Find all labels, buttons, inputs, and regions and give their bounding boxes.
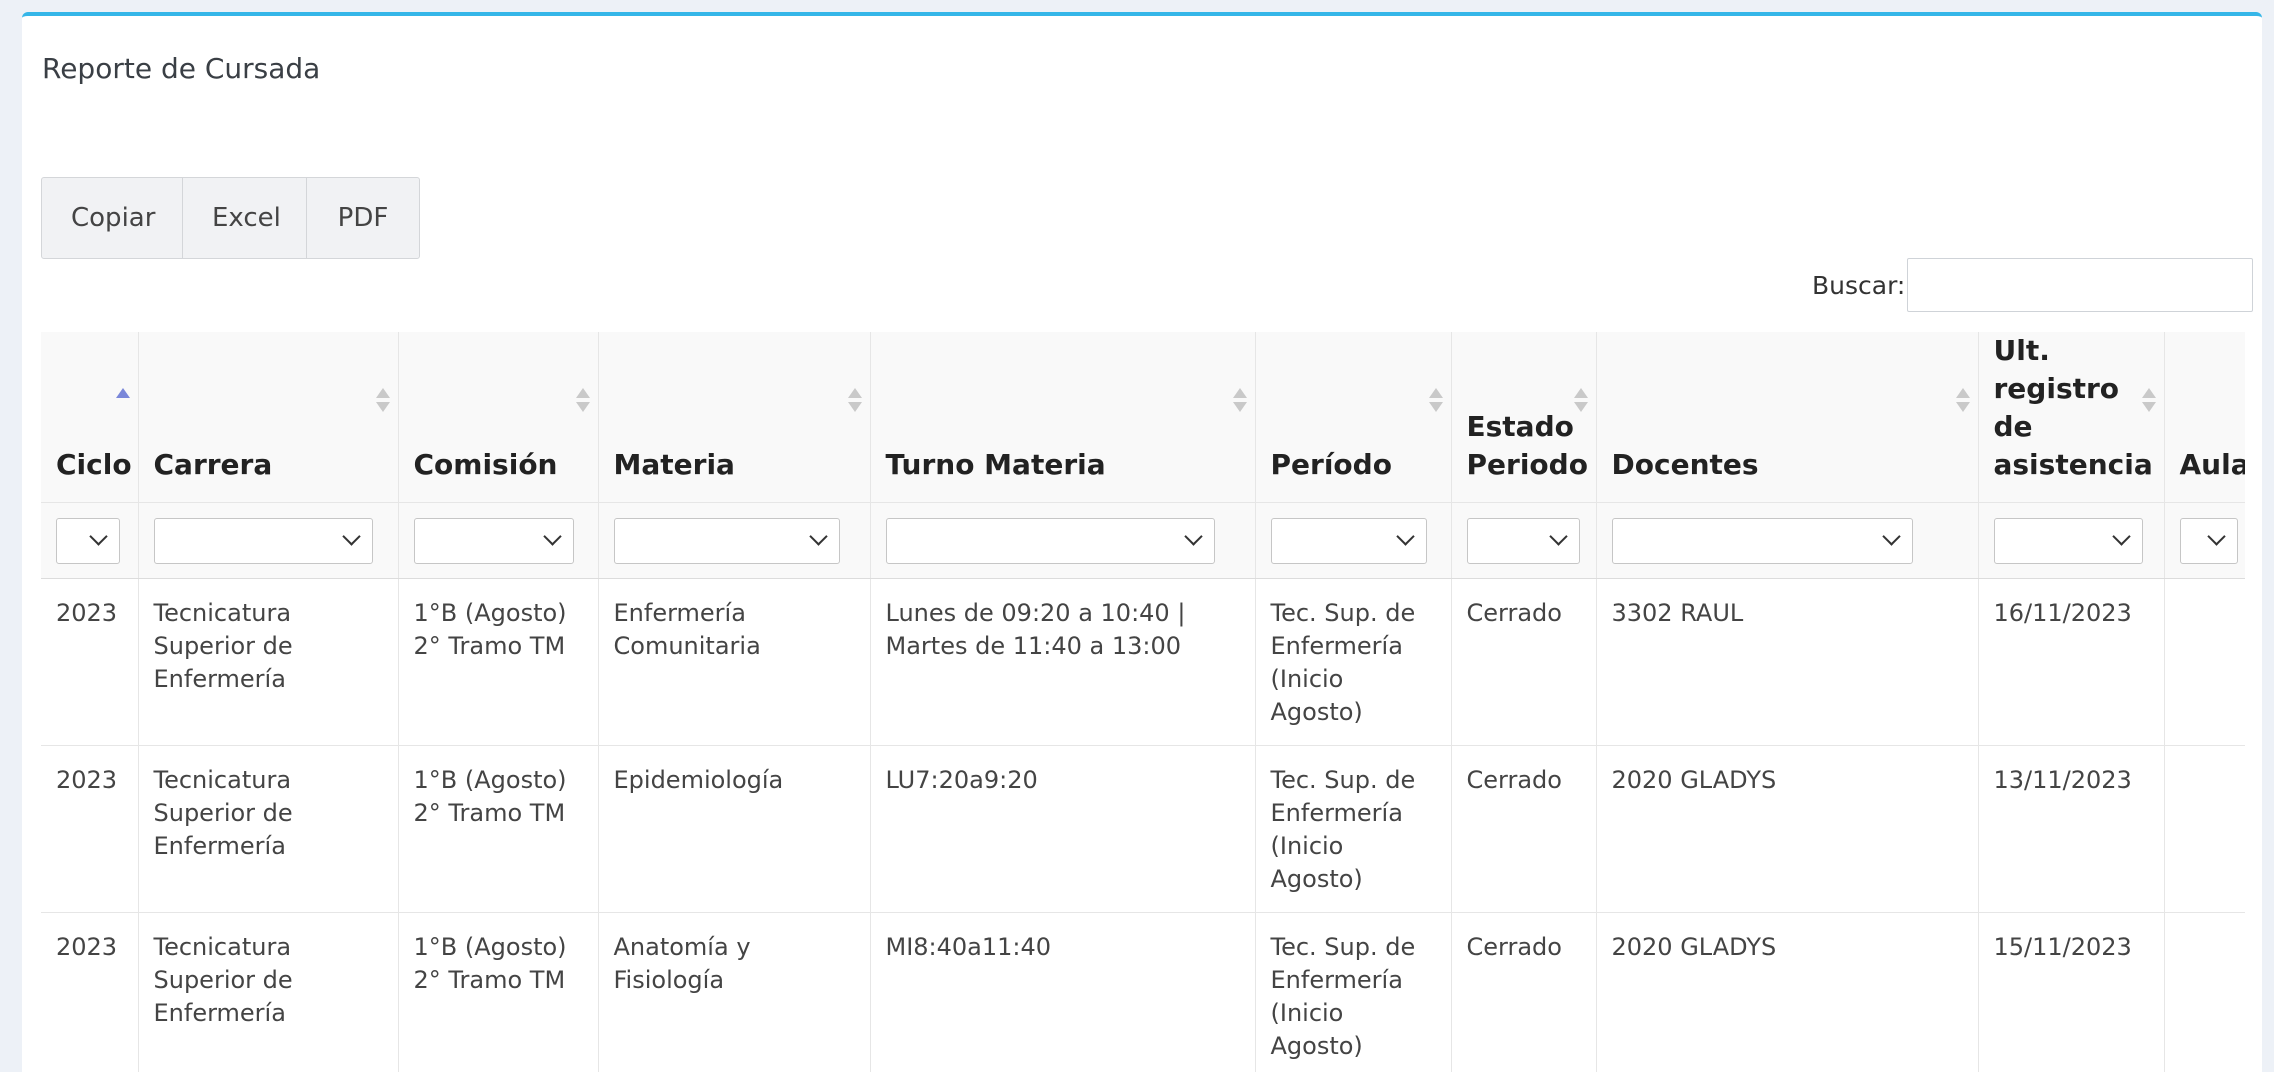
cell-ciclo: 2023 <box>41 913 138 1072</box>
report-table-wrapper: Ciclo Carrera Comisión Materia Turno Mat… <box>41 332 2245 1072</box>
search-box: Buscar: <box>1812 258 2253 312</box>
column-header-aula[interactable]: Aula <box>2164 332 2245 503</box>
cell-carrera: Tecnicatura Superior de Enfermería <box>138 746 398 913</box>
sort-icon <box>1574 388 1586 414</box>
report-table: Ciclo Carrera Comisión Materia Turno Mat… <box>41 332 2245 1072</box>
filter-cell <box>1451 503 1596 579</box>
column-header-carrera[interactable]: Carrera <box>138 332 398 503</box>
export-buttons: Copiar Excel PDF <box>41 177 420 259</box>
filter-select-aula[interactable] <box>2180 518 2238 564</box>
cell-ciclo: 2023 <box>41 579 138 746</box>
cell-comision: 1°B (Agosto) 2° Tramo TM <box>398 579 598 746</box>
filter-cell <box>41 503 138 579</box>
page-title: Reporte de Cursada <box>42 52 320 85</box>
column-header-comision[interactable]: Comisión <box>398 332 598 503</box>
cell-turno-materia: MI8:40a11:40 <box>870 913 1255 1072</box>
filter-cell <box>1255 503 1451 579</box>
column-header-docentes[interactable]: Docentes <box>1596 332 1978 503</box>
filter-cell <box>398 503 598 579</box>
filter-cell <box>138 503 398 579</box>
filter-cell <box>2164 503 2245 579</box>
cell-docentes: 3302 RAUL <box>1596 579 1978 746</box>
cell-ciclo: 2023 <box>41 746 138 913</box>
column-header-estado-periodo[interactable]: Estado Periodo <box>1451 332 1596 503</box>
cell-ult-registro: 16/11/2023 <box>1978 579 2164 746</box>
sort-icon <box>1233 388 1245 414</box>
filter-cell <box>598 503 870 579</box>
cell-aula <box>2164 913 2245 1072</box>
sort-icon <box>376 388 388 414</box>
copy-button[interactable]: Copiar <box>41 177 183 259</box>
column-header-materia[interactable]: Materia <box>598 332 870 503</box>
table-row: 2023 Tecnicatura Superior de Enfermería … <box>41 913 2245 1072</box>
table-row: 2023 Tecnicatura Superior de Enfermería … <box>41 746 2245 913</box>
filter-select-carrera[interactable] <box>154 518 373 564</box>
excel-button[interactable]: Excel <box>182 177 307 259</box>
cell-estado-periodo: Cerrado <box>1451 913 1596 1072</box>
cell-comision: 1°B (Agosto) 2° Tramo TM <box>398 746 598 913</box>
cell-materia: Epidemiología <box>598 746 870 913</box>
cell-materia: Anatomía y Fisiología <box>598 913 870 1072</box>
report-card: Reporte de Cursada Copiar Excel PDF Busc… <box>22 12 2262 1072</box>
cell-aula <box>2164 579 2245 746</box>
filter-select-ciclo[interactable] <box>56 518 120 564</box>
cell-carrera: Tecnicatura Superior de Enfermería <box>138 913 398 1072</box>
table-row: 2023 Tecnicatura Superior de Enfermería … <box>41 579 2245 746</box>
cell-periodo: Tec. Sup. de Enfermería (Inicio Agosto) <box>1255 746 1451 913</box>
cell-docentes: 2020 GLADYS <box>1596 913 1978 1072</box>
filter-select-periodo[interactable] <box>1271 518 1427 564</box>
cell-estado-periodo: Cerrado <box>1451 579 1596 746</box>
search-input[interactable] <box>1907 258 2253 312</box>
sort-icon <box>1429 388 1441 414</box>
cell-periodo: Tec. Sup. de Enfermería (Inicio Agosto) <box>1255 913 1451 1072</box>
sort-asc-icon <box>116 388 128 414</box>
cell-docentes: 2020 GLADYS <box>1596 746 1978 913</box>
cell-ult-registro: 15/11/2023 <box>1978 913 2164 1072</box>
pdf-button[interactable]: PDF <box>306 177 420 259</box>
filter-cell <box>870 503 1255 579</box>
cell-turno-materia: Lunes de 09:20 a 10:40 | Martes de 11:40… <box>870 579 1255 746</box>
search-label: Buscar: <box>1812 271 1905 300</box>
sort-icon <box>1956 388 1968 414</box>
cell-aula <box>2164 746 2245 913</box>
cell-estado-periodo: Cerrado <box>1451 746 1596 913</box>
sort-icon <box>2142 388 2154 414</box>
cell-turno-materia: LU7:20a9:20 <box>870 746 1255 913</box>
filter-select-materia[interactable] <box>614 518 840 564</box>
column-header-turno-materia[interactable]: Turno Materia <box>870 332 1255 503</box>
cell-carrera: Tecnicatura Superior de Enfermería <box>138 579 398 746</box>
filter-select-ult-registro[interactable] <box>1994 518 2143 564</box>
cell-comision: 1°B (Agosto) 2° Tramo TM <box>398 913 598 1072</box>
column-header-ult-registro[interactable]: Ult. registro de asistencia <box>1978 332 2164 503</box>
filter-select-docentes[interactable] <box>1612 518 1913 564</box>
column-header-ciclo[interactable]: Ciclo <box>41 332 138 503</box>
cell-materia: Enfermería Comunitaria <box>598 579 870 746</box>
filter-cell <box>1596 503 1978 579</box>
filter-select-turno-materia[interactable] <box>886 518 1215 564</box>
sort-icon <box>576 388 588 414</box>
cell-ult-registro: 13/11/2023 <box>1978 746 2164 913</box>
sort-icon <box>848 388 860 414</box>
cell-periodo: Tec. Sup. de Enfermería (Inicio Agosto) <box>1255 579 1451 746</box>
filter-cell <box>1978 503 2164 579</box>
filter-select-estado-periodo[interactable] <box>1467 518 1580 564</box>
filter-select-comision[interactable] <box>414 518 574 564</box>
column-header-periodo[interactable]: Período <box>1255 332 1451 503</box>
